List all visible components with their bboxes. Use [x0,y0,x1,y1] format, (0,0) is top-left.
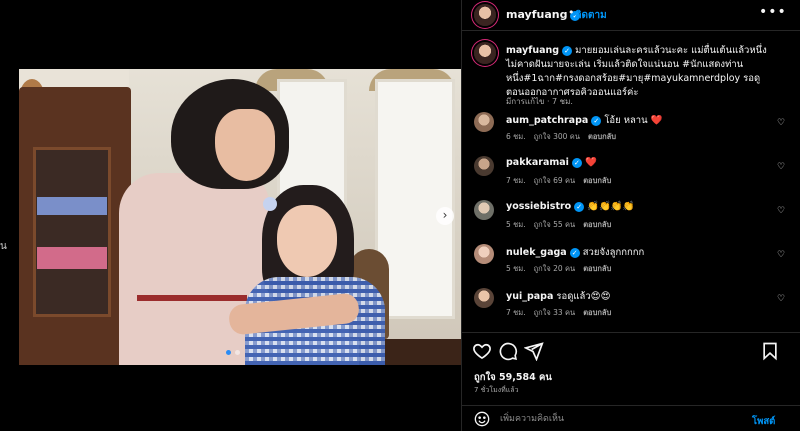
like-comment-heart-icon[interactable]: ♡ [777,250,785,260]
share-send-icon[interactable] [524,341,544,361]
comment-username[interactable]: pakkaramai [506,157,569,168]
carousel-indicator [226,350,240,355]
bookmark-save-icon[interactable] [760,341,780,361]
comment-avatar[interactable] [474,288,494,308]
post-sidebar: mayfuang ✓ • ติดตาม ••• mayfuang ✓ มายยอมเ… [461,0,800,431]
comment-input[interactable] [500,411,730,427]
caption-time: มีการแก้ไข · 7 ชม. [506,97,573,106]
like-count[interactable]: ถูกใจ 59,584 คน [474,370,552,385]
comment-time: 5 ชม. [506,264,526,273]
carousel-dot-active [226,350,231,355]
post-media-pane: น › [0,0,461,431]
add-comment-bar: โพสต์ [462,405,800,431]
comment-meta: 5 ชม. ถูกใจ 20 คน ตอบกลับ [506,263,619,275]
next-photo-button[interactable]: › [436,207,454,225]
comments-list[interactable]: mayfuang ✓ มายยอมเล่นละครแล้วนะคะ แม่ตื่น… [462,32,800,332]
like-comment-heart-icon[interactable]: ♡ [777,206,785,216]
carousel-dot [235,350,240,355]
comment-bubble-icon[interactable] [498,341,518,361]
comment-likes[interactable]: ถูกใจ 300 คน [534,132,580,141]
comment-time: 7 ชม. [506,176,526,185]
comment-username[interactable]: aum_patchrapa [506,115,588,126]
comment-time: 5 ชม. [506,220,526,229]
caption-username[interactable]: mayfuang [506,45,559,56]
comment-item: yui_papa รอดูแล้ว😍😍 7 ชม. ถูกใจ 33 คน ตอบก… [474,288,794,324]
reply-button[interactable]: ตอบกลับ [583,308,611,317]
comment-avatar[interactable] [474,156,494,176]
follow-button[interactable]: ติดตาม [575,8,607,23]
comment-meta: 6 ชม. ถูกใจ 300 คน ตอบกลับ [506,131,624,143]
comment-likes[interactable]: ถูกใจ 55 คน [534,220,576,229]
comment-likes[interactable]: ถูกใจ 33 คน [534,308,576,317]
reply-button[interactable]: ตอบกลับ [583,220,611,229]
post-comment-button[interactable]: โพสต์ [752,414,775,429]
comment-text: nulek_gaga ✓ สวยจังลูกกกกก [506,247,645,258]
like-comment-heart-icon[interactable]: ♡ [777,294,785,304]
reply-button[interactable]: ตอบกลับ [583,264,611,273]
comment-meta: 5 ชม. ถูกใจ 55 คน ตอบกลับ [506,219,619,231]
caption-avatar[interactable] [474,42,496,64]
like-comment-heart-icon[interactable]: ♡ [777,162,785,172]
comment-time: 6 ชม. [506,132,526,141]
comment-text: yossiebistro ✓ 👏👏👏👏 [506,201,635,212]
post-header: mayfuang ✓ • ติดตาม ••• [462,0,800,31]
verified-badge-icon: ✓ [562,46,573,56]
emoji-icon[interactable] [474,411,490,427]
caption-text: mayfuang ✓ มายยอมเล่นละครแล้วนะคะ แม่ตื่น… [506,44,778,100]
post-timestamp: 7 ชั่วโมงที่แล้ว [474,386,519,394]
post-actions: ถูกใจ 59,584 คน 7 ชั่วโมงที่แล้ว [462,332,800,402]
comment-username[interactable]: yui_papa [506,291,553,302]
author-avatar[interactable] [474,4,496,26]
comment-text: pakkaramai ✓ ❤️ [506,157,597,168]
verified-badge-icon: ✓ [591,116,602,126]
edge-text-fragment: น [0,241,7,252]
comment-text: yui_papa รอดูแล้ว😍😍 [506,291,611,302]
reply-button[interactable]: ตอบกลับ [583,176,611,185]
like-comment-heart-icon[interactable]: ♡ [777,118,785,128]
comment-item: yossiebistro ✓ 👏👏👏👏 5 ชม. ถูกใจ 55 คน ตอบกล… [474,200,794,236]
comment-username[interactable]: nulek_gaga [506,247,567,258]
comment-item: pakkaramai ✓ ❤️ 7 ชม. ถูกใจ 69 คน ตอบกลับ ♡ [474,156,794,192]
comment-text: aum_patchrapa ✓ โอ้ย หลาน ❤️ [506,115,663,126]
verified-badge-icon: ✓ [574,202,585,212]
reply-button[interactable]: ตอบกลับ [588,132,616,141]
verified-badge-icon: ✓ [571,158,582,168]
comment-likes[interactable]: ถูกใจ 20 คน [534,264,576,273]
more-options-icon[interactable]: ••• [759,4,787,20]
comment-meta: 7 ชม. ถูกใจ 69 คน ตอบกลับ [506,175,619,187]
like-heart-icon[interactable] [472,341,492,361]
comment-item: nulek_gaga ✓ สวยจังลูกกกกก 5 ชม. ถูกใจ 20 … [474,244,794,280]
comment-username[interactable]: yossiebistro [506,201,571,212]
comment-likes[interactable]: ถูกใจ 69 คน [534,176,576,185]
comment-item: aum_patchrapa ✓ โอ้ย หลาน ❤️ 6 ชม. ถูกใจ 3… [474,112,794,148]
chevron-right-icon: › [442,208,448,222]
comment-avatar[interactable] [474,112,494,132]
comment-avatar[interactable] [474,200,494,220]
post-photo[interactable] [19,69,461,365]
comment-avatar[interactable] [474,244,494,264]
verified-badge-icon: ✓ [569,248,580,258]
comment-meta: 7 ชม. ถูกใจ 33 คน ตอบกลับ [506,307,619,319]
header-separator: • [568,6,575,19]
comment-time: 7 ชม. [506,308,526,317]
